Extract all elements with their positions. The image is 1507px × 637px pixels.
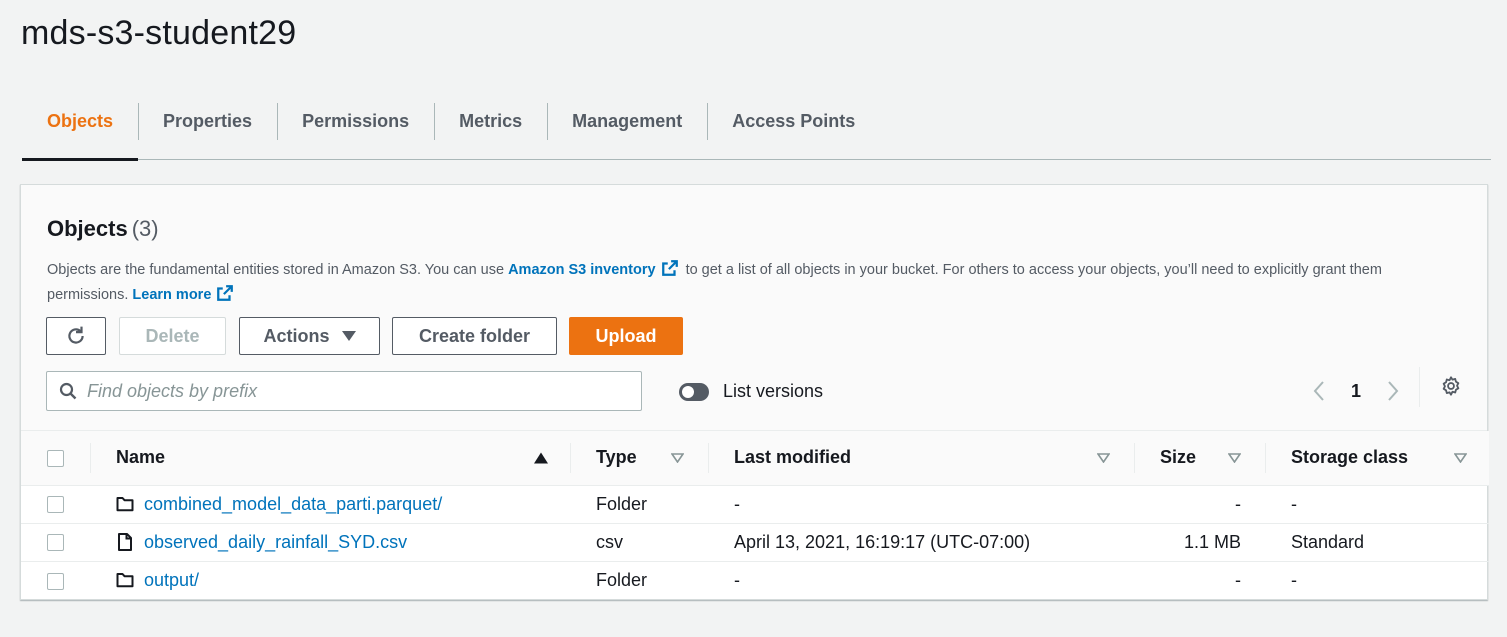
object-name-link[interactable]: observed_daily_rainfall_SYD.csv [144, 532, 407, 553]
caret-down-icon [341, 331, 356, 341]
column-header-size[interactable]: Size [1134, 431, 1265, 485]
refresh-icon [68, 326, 84, 344]
toggle-switch[interactable] [679, 382, 709, 401]
sort-icon [1228, 452, 1241, 463]
s3-inventory-link-label: Amazon S3 inventory [508, 262, 656, 278]
object-storage-class: - [1291, 569, 1297, 590]
preferences-button[interactable] [1440, 375, 1462, 402]
list-versions-label: List versions [723, 381, 824, 401]
object-storage-class: Standard [1291, 531, 1365, 552]
table-row[interactable]: output/ Folder - - - [21, 561, 1489, 599]
refresh-button[interactable] [46, 317, 106, 355]
folder-icon [116, 573, 134, 588]
sort-icon [1097, 452, 1110, 463]
select-all-cell [21, 431, 90, 485]
object-name-link[interactable]: output/ [144, 570, 199, 591]
objects-panel-header: Objects (3) Objects are the fundamental e… [21, 185, 1487, 431]
column-storage-class-label: Storage class [1291, 447, 1409, 468]
bucket-title: mds-s3-student29 [21, 14, 297, 52]
search-input[interactable] [87, 380, 641, 402]
column-header-name[interactable]: Name [90, 431, 570, 485]
sort-icon [1454, 452, 1467, 463]
row-checkbox[interactable] [47, 534, 64, 552]
object-last-modified: April 13, 2021, 16:19:17 (UTC-07:00) [734, 531, 1031, 552]
column-name-label: Name [116, 447, 166, 468]
objects-description: Objects are the fundamental entities sto… [47, 258, 1447, 308]
learn-more-link[interactable]: Learn more [132, 285, 237, 303]
chevron-left-icon [1313, 381, 1324, 401]
row-checkbox[interactable] [47, 496, 64, 514]
column-size-label: Size [1160, 447, 1197, 468]
objects-count: (3) [131, 216, 159, 241]
objects-heading-label: Objects [47, 216, 128, 241]
search-icon [59, 382, 77, 400]
table-header-row: Name Type Last modified Size Storage cla… [21, 431, 1489, 485]
object-last-modified: - [734, 493, 740, 514]
objects-heading: Objects (3) [47, 216, 159, 242]
list-versions-toggle[interactable]: List versions [679, 381, 823, 402]
tab-properties[interactable]: Properties [138, 100, 277, 160]
row-checkbox-cell [21, 485, 90, 523]
page-number[interactable]: 1 [1351, 375, 1361, 407]
sort-icon [671, 452, 684, 463]
row-checkbox-cell [21, 561, 90, 599]
table-row[interactable]: observed_daily_rainfall_SYD.csv csv Apri… [21, 523, 1489, 561]
object-size: - [1235, 493, 1241, 514]
object-storage-class: - [1291, 493, 1297, 514]
object-name-cell: output/ [90, 561, 570, 599]
object-type: Folder [596, 493, 648, 514]
chevron-right-icon [1388, 381, 1399, 401]
object-name-link[interactable]: combined_model_data_parti.parquet/ [144, 494, 442, 515]
actions-button-label: Actions [263, 325, 330, 346]
next-page-button[interactable] [1385, 375, 1401, 407]
column-header-last-modified[interactable]: Last modified [708, 431, 1134, 485]
object-type: csv [596, 531, 623, 552]
object-size: - [1235, 569, 1241, 590]
column-last-modified-label: Last modified [734, 447, 852, 468]
tab-objects[interactable]: Objects [22, 100, 139, 161]
create-folder-button[interactable]: Create folder [392, 317, 557, 355]
select-all-checkbox[interactable] [47, 450, 64, 467]
s3-inventory-link[interactable]: Amazon S3 inventory [508, 260, 681, 278]
object-size: 1.1 MB [1183, 531, 1241, 552]
folder-icon [116, 497, 134, 512]
objects-panel: Objects (3) Objects are the fundamental e… [20, 184, 1489, 600]
tab-management[interactable]: Management [547, 100, 707, 160]
tab-access-points[interactable]: Access Points [707, 100, 880, 160]
object-type: Folder [596, 569, 648, 590]
sort-ascending-icon [534, 452, 548, 464]
file-icon [118, 533, 132, 551]
delete-button[interactable]: Delete [119, 317, 226, 355]
tab-permissions[interactable]: Permissions [277, 100, 434, 160]
column-type-label: Type [596, 447, 637, 468]
row-checkbox-cell [21, 523, 90, 561]
learn-more-link-label: Learn more [132, 287, 212, 303]
column-header-storage-class[interactable]: Storage class [1265, 431, 1489, 485]
external-link-icon [661, 260, 678, 276]
object-name-cell: observed_daily_rainfall_SYD.csv [90, 523, 570, 561]
object-name-cell: combined_model_data_parti.parquet/ [90, 485, 570, 523]
gear-icon [1442, 376, 1460, 396]
actions-button[interactable]: Actions [239, 317, 380, 355]
objects-table: Name Type Last modified Size Storage cla… [21, 431, 1489, 599]
upload-button[interactable]: Upload [569, 317, 683, 355]
description-text-1: Objects are the fundamental entities sto… [47, 262, 505, 278]
pager-divider [1419, 367, 1420, 407]
column-header-type[interactable]: Type [570, 431, 708, 485]
search-box [46, 371, 642, 411]
row-checkbox[interactable] [47, 572, 64, 590]
tab-metrics[interactable]: Metrics [434, 100, 547, 160]
tab-bar: Objects Properties Permissions Metrics M… [22, 100, 1491, 161]
previous-page-button[interactable] [1311, 375, 1327, 407]
object-last-modified: - [734, 569, 740, 590]
external-link-icon [217, 285, 234, 301]
table-row[interactable]: combined_model_data_parti.parquet/ Folde… [21, 485, 1489, 523]
